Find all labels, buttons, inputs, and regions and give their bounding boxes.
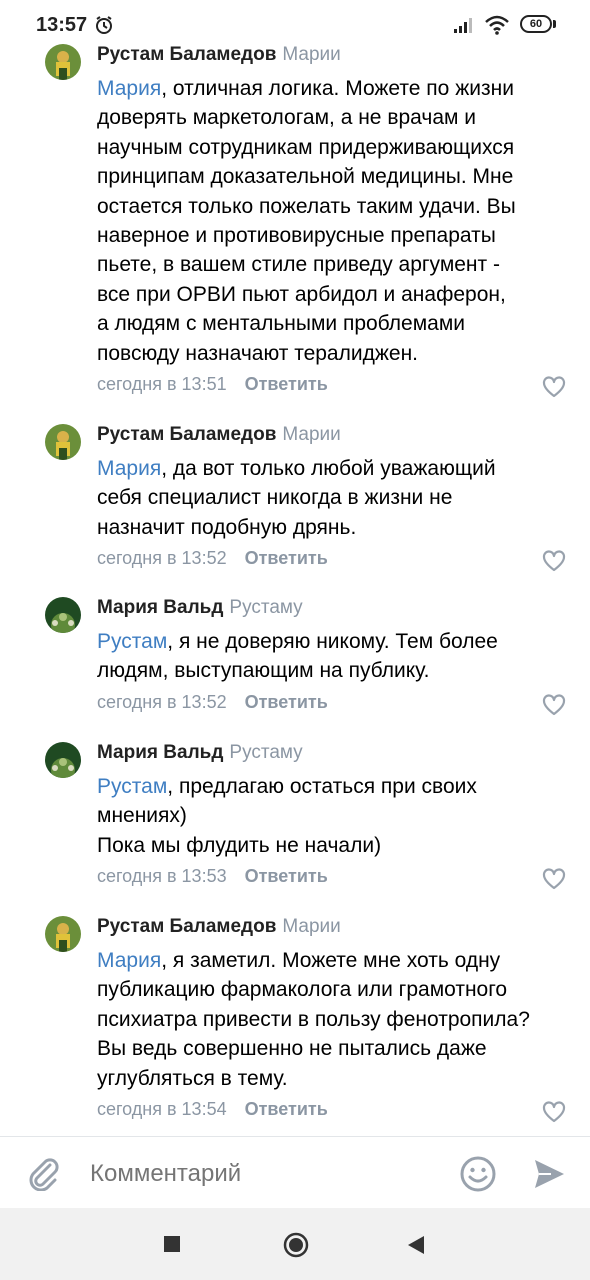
reply-button[interactable]: Ответить	[245, 374, 328, 394]
comment-reply-to[interactable]: Рустаму	[229, 742, 302, 763]
comment-reply-to[interactable]: Марии	[282, 44, 340, 65]
comment-text: Мария, отличная логика. Можете по жизни д…	[97, 74, 577, 368]
cellular-signal-icon	[452, 16, 476, 39]
emoji-icon[interactable]	[460, 1156, 496, 1197]
home-icon[interactable]	[283, 1232, 309, 1263]
comment-text: Мария, я заметил. Можете мне хоть одну пу…	[97, 946, 577, 1093]
comment-line: Пока мы флудить не начали)	[97, 833, 382, 857]
comment-author[interactable]: Рустам Баламедов	[97, 424, 276, 445]
comment-reply-to[interactable]: Марии	[282, 916, 340, 937]
recent-apps-icon[interactable]	[164, 1236, 180, 1252]
comment-line: публикацию фармаколога или грамотного	[97, 978, 508, 1002]
comment-time: сегодня в 13:52	[97, 548, 227, 569]
mention-link[interactable]: Мария	[97, 77, 161, 100]
avatar[interactable]	[45, 916, 81, 952]
comment-header: Мария Вальд Рустаму	[97, 742, 303, 764]
comment-line: , предлагаю остаться при своих	[167, 775, 477, 798]
comment-text: Мария, да вот только любой уважающий себя…	[97, 454, 577, 542]
comment-meta: сегодня в 13:52 Ответить	[97, 548, 328, 569]
comment-line: углубляться в тему.	[97, 1066, 288, 1090]
comment-author[interactable]: Мария Вальд	[97, 597, 223, 618]
comment-line: Вы ведь совершенно не пытались даже	[97, 1037, 487, 1061]
comment-meta: сегодня в 13:53 Ответить	[97, 866, 328, 887]
comment-line: научным сотрудникам придерживающихся	[97, 135, 515, 159]
comment-header: Рустам Баламедов Марии	[97, 44, 341, 66]
comment-line: повсюду назначают тералиджен.	[97, 341, 419, 365]
comment-meta: сегодня в 13:51 Ответить	[97, 374, 328, 395]
comment-line: себя специалист никогда в жизни не	[97, 486, 453, 510]
comment-line: все при ОРВИ пьют арбидол и анаферон,	[97, 282, 506, 306]
comment-reply-to[interactable]: Рустаму	[229, 597, 302, 618]
status-time: 13:57	[36, 14, 88, 36]
battery-tip	[553, 20, 556, 28]
alarm-icon	[94, 15, 114, 40]
like-heart-icon[interactable]	[542, 694, 566, 716]
reply-button[interactable]: Ответить	[245, 866, 328, 886]
comment-text: Рустам, я не доверяю никому. Тем более лю…	[97, 627, 577, 686]
status-bar: 13:57 60	[0, 0, 590, 44]
comment-line: наверное и противовирусные препараты	[97, 224, 496, 248]
comment-meta: сегодня в 13:54 Ответить	[97, 1099, 328, 1120]
reply-button[interactable]: Ответить	[245, 548, 328, 568]
comment-line: , я заметил. Можете мне хоть одну	[161, 949, 501, 972]
comment-time: сегодня в 13:51	[97, 374, 227, 394]
like-heart-icon[interactable]	[542, 376, 566, 398]
system-navigation-bar	[0, 1208, 590, 1280]
reply-button[interactable]: Ответить	[245, 1099, 328, 1119]
avatar[interactable]	[45, 424, 81, 460]
comment-time: сегодня в 13:53	[97, 866, 227, 887]
comment-header: Мария Вальд Рустаму	[97, 597, 303, 619]
like-heart-icon[interactable]	[542, 550, 566, 572]
comment-text: Рустам, предлагаю остаться при своих мнен…	[97, 772, 577, 860]
comment-time: сегодня в 13:52	[97, 691, 227, 712]
avatar[interactable]	[45, 742, 81, 778]
comment-line: психиатра привести в пользу фенотропила?	[97, 1007, 530, 1031]
comment-line: , да вот только любой уважающий	[161, 457, 496, 480]
comment-line: принципам доказательной медицины. Мне	[97, 165, 514, 189]
comment-line: , я не доверяю никому. Тем более	[167, 630, 498, 653]
send-icon[interactable]	[531, 1156, 567, 1197]
mention-link[interactable]: Рустам	[97, 775, 167, 798]
comment-author[interactable]: Рустам Баламедов	[97, 44, 276, 65]
comment-line: пьете, в вашем стиле приведу аргумент -	[97, 253, 500, 277]
like-heart-icon[interactable]	[542, 1101, 566, 1123]
battery-icon: 60	[520, 15, 552, 33]
back-icon[interactable]	[406, 1234, 426, 1261]
avatar[interactable]	[45, 44, 81, 80]
comment-input[interactable]	[88, 1159, 432, 1189]
comment-author[interactable]: Мария Вальд	[97, 742, 223, 763]
comment-line: мнениях)	[97, 804, 187, 828]
comment-line: остается только пожелать таким удачи. Вы	[97, 194, 516, 218]
paperclip-icon[interactable]	[26, 1155, 60, 1196]
comment-line: доверять маркетологам, а не врачам и	[97, 106, 476, 130]
comment-line: людям, выступающим на публику.	[97, 659, 430, 683]
reply-button[interactable]: Ответить	[245, 692, 328, 712]
like-heart-icon[interactable]	[542, 868, 566, 890]
comment-author[interactable]: Рустам Баламедов	[97, 916, 276, 937]
avatar[interactable]	[45, 597, 81, 633]
comment-reply-to[interactable]: Марии	[282, 424, 340, 445]
comment-composer	[0, 1136, 590, 1209]
comment-line: назначит подобную дрянь.	[97, 515, 357, 539]
wifi-icon	[484, 15, 510, 40]
comment-time: сегодня в 13:54	[97, 1099, 227, 1119]
comment-header: Рустам Баламедов Марии	[97, 424, 341, 446]
comment-line: , отличная логика. Можете по жизни	[161, 77, 514, 100]
mention-link[interactable]: Мария	[97, 457, 161, 480]
comment-header: Рустам Баламедов Марии	[97, 916, 341, 938]
mention-link[interactable]: Мария	[97, 949, 161, 972]
comment-meta: сегодня в 13:52 Ответить	[97, 692, 328, 713]
mention-link[interactable]: Рустам	[97, 630, 167, 653]
comment-line: а людям с ментальными проблемами	[97, 312, 465, 336]
